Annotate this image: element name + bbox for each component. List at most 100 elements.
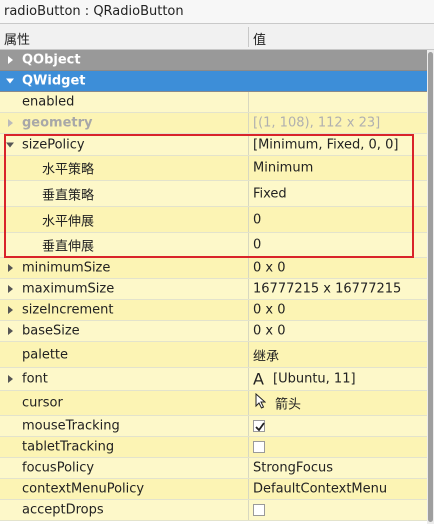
property-row-font[interactable]: font A [Ubuntu, 11] [0,368,427,391]
property-row-acceptdrops[interactable]: acceptDrops [0,500,427,521]
property-value: StrongFocus [253,460,333,476]
property-name-cell: minimumSize [0,258,249,278]
property-value-cell[interactable]: StrongFocus [249,458,427,478]
property-value: DefaultContextMenu [253,481,388,497]
property-value-cell[interactable]: 0 [249,233,427,257]
acceptdrops-checkbox[interactable] [253,504,265,516]
vertical-scrollbar[interactable] [427,50,434,524]
property-name: acceptDrops [22,502,104,518]
expand-arrow-icon[interactable] [8,285,13,293]
property-row-palette[interactable]: palette 继承 [0,342,427,368]
value-column-header[interactable]: 值 [253,29,266,48]
property-row-focuspolicy[interactable]: focusPolicy StrongFocus [0,458,427,479]
property-table-header: 属性 值 [0,24,434,50]
group-label: QWidget [22,73,86,89]
collapse-arrow-icon[interactable] [6,142,14,147]
property-row-tablettracking[interactable]: tabletTracking [0,437,427,458]
property-row-horizontal-stretch[interactable]: 水平伸展 0 [0,207,427,233]
property-value-cell: [(1, 108), 112 x 23] [249,113,427,133]
property-row-cursor[interactable]: cursor 箭头 [0,391,427,416]
property-value: Fixed [253,186,287,201]
property-name-cell: maximumSize [0,279,249,299]
collapse-arrow-icon[interactable] [6,78,14,84]
property-value-cell[interactable]: Minimum [249,156,427,180]
property-column-header[interactable]: 属性 [4,29,30,48]
property-row-basesize[interactable]: baseSize 0 x 0 [0,321,427,342]
property-name: 垂直伸展 [42,239,95,255]
scrollbar-thumb[interactable] [428,52,433,522]
group-qobject[interactable]: QObject [0,50,427,71]
font-icon: A [253,369,264,389]
property-row-sizeincrement[interactable]: sizeIncrement 0 x 0 [0,300,427,321]
mousetracking-checkbox[interactable] [253,420,265,432]
expand-arrow-icon[interactable] [8,119,13,127]
property-name-cell: baseSize [0,321,249,341]
property-name: font [22,371,48,387]
property-value-cell[interactable]: 继承 [249,342,427,367]
property-name: baseSize [22,323,80,339]
expand-arrow-icon[interactable] [8,375,13,383]
expand-arrow-icon[interactable] [8,264,13,272]
property-name: cursor [22,395,63,411]
property-value-cell[interactable]: 0 x 0 [249,258,427,278]
property-row-contextmenupolicy[interactable]: contextMenuPolicy DefaultContextMenu [0,479,427,500]
group-qwidget[interactable]: QWidget [0,71,427,92]
property-row-minimumsize[interactable]: minimumSize 0 x 0 [0,258,427,279]
property-value: [Ubuntu, 11] [273,371,356,387]
property-value-cell [249,500,427,520]
property-name: maximumSize [22,281,115,297]
header-divider [248,27,249,47]
property-row-geometry[interactable]: geometry [(1, 108), 112 x 23] [0,113,427,134]
expand-arrow-icon[interactable] [8,56,13,64]
property-name-cell: 水平策略 [0,156,249,180]
property-row-vertical-stretch[interactable]: 垂直伸展 0 [0,233,427,258]
property-value-cell[interactable]: 0 x 0 [249,300,427,320]
expand-arrow-icon[interactable] [8,327,13,335]
property-name: focusPolicy [22,460,95,476]
property-name: geometry [22,115,93,131]
property-name-cell: cursor [0,391,249,415]
property-value-cell[interactable]: 箭头 [249,391,427,415]
property-name-cell: tabletTracking [0,437,249,457]
property-name-cell: 水平伸展 [0,207,249,232]
property-value: 0 x 0 [253,260,286,276]
property-name: tabletTracking [22,439,115,455]
object-title: radioButton : QRadioButton [4,4,184,19]
property-row-vertical-policy[interactable]: 垂直策略 Fixed [0,181,427,207]
property-name: 水平伸展 [42,214,95,229]
property-value-cell[interactable]: 0 x 0 [249,321,427,341]
property-row-sizepolicy[interactable]: sizePolicy [Minimum, Fixed, 0, 0] [0,134,427,156]
property-row-enabled[interactable]: enabled [0,92,427,113]
property-row-horizontal-policy[interactable]: 水平策略 Minimum [0,156,427,181]
property-name-cell: 垂直策略 [0,181,249,206]
property-value: 0 [253,212,262,227]
property-name: mouseTracking [22,418,120,434]
property-value-cell[interactable]: 16777215 x 16777215 [249,279,427,299]
property-name-cell: focusPolicy [0,458,249,478]
property-value: Minimum [253,160,314,176]
property-name-cell: palette [0,342,249,367]
property-value-cell[interactable]: A [Ubuntu, 11] [249,368,427,390]
property-name-cell: 垂直伸展 [0,233,249,257]
property-name: contextMenuPolicy [22,481,145,497]
property-name: sizePolicy [22,137,85,152]
group-label: QObject [22,52,81,68]
property-value-cell[interactable]: [Minimum, Fixed, 0, 0] [249,134,427,155]
property-value-cell[interactable]: DefaultContextMenu [249,479,427,499]
property-value-cell[interactable]: 0 [249,207,427,232]
property-name: minimumSize [22,260,111,276]
group-qwidget-cell: QWidget [0,71,249,91]
tablettracking-checkbox[interactable] [253,441,265,453]
property-value: 继承 [253,349,280,364]
property-value-cell[interactable] [249,92,427,112]
property-value: 0 x 0 [253,302,286,318]
property-value-cell[interactable]: Fixed [249,181,427,206]
property-value-cell [249,437,427,457]
property-name: enabled [22,94,75,110]
property-value: [Minimum, Fixed, 0, 0] [253,137,399,152]
expand-arrow-icon[interactable] [8,306,13,314]
property-value: 0 [253,237,262,253]
property-row-mousetracking[interactable]: mouseTracking [0,416,427,437]
property-value: 0 x 0 [253,323,286,339]
property-row-maximumsize[interactable]: maximumSize 16777215 x 16777215 [0,279,427,300]
